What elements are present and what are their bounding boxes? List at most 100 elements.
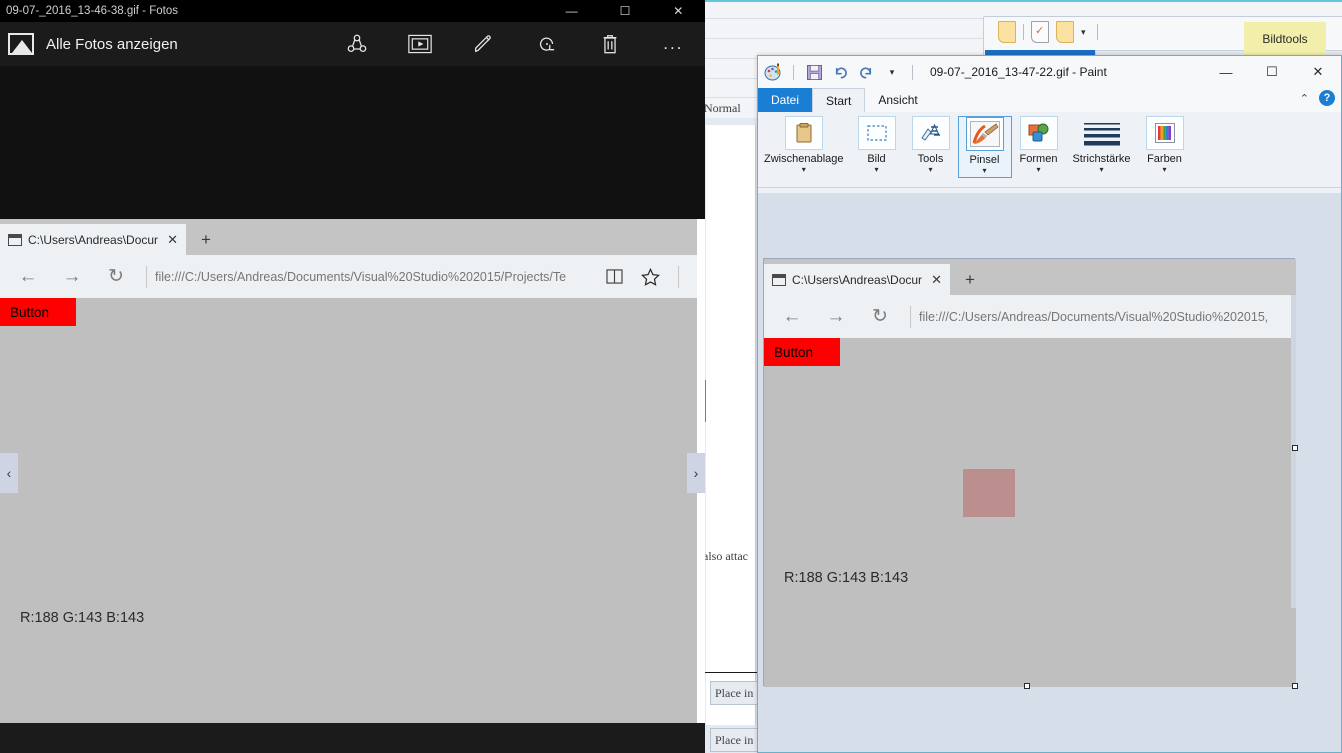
- select-rectangle-icon[interactable]: [857, 116, 896, 150]
- edge-page-viewport: Button R:188 G:143 B:143: [0, 298, 697, 723]
- address-bar[interactable]: file:///C:/Users/Andreas/Documents/Visua…: [155, 270, 598, 284]
- close-button[interactable]: ✕: [1295, 56, 1341, 88]
- chevron-down-icon[interactable]: ▾: [1099, 166, 1103, 174]
- edge-browser-screenshot-left: C:\Users\Andreas\Docur ✕ + ← → ↻ file://…: [0, 219, 697, 723]
- back-arrow-icon[interactable]: ←: [770, 299, 814, 335]
- background-document-page: [706, 125, 756, 725]
- refresh-icon[interactable]: ↻: [94, 259, 138, 295]
- red-button[interactable]: Button: [0, 298, 76, 326]
- rotate-icon[interactable]: [515, 22, 578, 66]
- edge-navigation-bar[interactable]: ← → ↻ file:///C:/Users/Andreas/Documents…: [0, 255, 697, 298]
- minimize-button[interactable]: —: [1203, 56, 1249, 88]
- bg-divider: [700, 97, 760, 98]
- divider: [912, 64, 913, 80]
- edit-pencil-icon[interactable]: [452, 22, 515, 66]
- view-all-photos-button[interactable]: Alle Fotos anzeigen: [0, 33, 178, 55]
- forward-arrow-icon[interactable]: →: [814, 299, 858, 335]
- photos-bottom-bar: [0, 723, 705, 753]
- line-thickness-icon[interactable]: [1080, 116, 1124, 150]
- dropdown-caret-icon[interactable]: ▾: [1081, 27, 1086, 38]
- share-icon[interactable]: [325, 22, 388, 66]
- help-icon[interactable]: ?: [1319, 90, 1335, 106]
- canvas-resize-handle-corner[interactable]: [1292, 683, 1298, 689]
- maximize-button[interactable]: ☐: [1249, 56, 1295, 88]
- new-tab-button[interactable]: +: [186, 224, 226, 255]
- star-icon[interactable]: [634, 262, 666, 292]
- redo-icon[interactable]: [855, 61, 877, 83]
- back-arrow-icon[interactable]: ←: [6, 259, 50, 295]
- paint-app-window[interactable]: ▾ 09-07-_2016_13-47-22.gif - Paint — ☐ ✕…: [757, 55, 1342, 753]
- brush-icon[interactable]: [965, 117, 1004, 151]
- ribbon-group-label: Strichstärke: [1072, 153, 1131, 165]
- paint-help-area[interactable]: ⌃ ?: [1300, 90, 1335, 106]
- ribbon-group-bild[interactable]: Bild ▾: [850, 116, 904, 174]
- ribbon-group-formen[interactable]: Formen ▾: [1012, 116, 1066, 174]
- edge-tab-strip[interactable]: C:\Users\Andreas\Docur ✕ +: [764, 259, 1296, 295]
- red-button[interactable]: Button: [764, 338, 840, 366]
- placeholder-field-2[interactable]: Place in: [710, 728, 758, 752]
- paint-canvas[interactable]: C:\Users\Andreas\Docur ✕ + ← → ↻ file://…: [763, 258, 1296, 687]
- paint-palette-icon: [764, 63, 784, 81]
- chevron-down-icon[interactable]: ▾: [928, 166, 932, 174]
- document-icon[interactable]: [1056, 21, 1074, 43]
- edge-navigation-bar[interactable]: ← → ↻ file:///C:/Users/Andreas/Documents…: [764, 295, 1296, 338]
- chevron-down-icon[interactable]: ▾: [874, 166, 878, 174]
- edge-toolbar-icons[interactable]: [598, 262, 691, 292]
- tools-icon[interactable]: [911, 116, 950, 150]
- chevron-down-icon[interactable]: ▾: [802, 166, 806, 174]
- paint-canvas-area[interactable]: C:\Users\Andreas\Docur ✕ + ← → ↻ file://…: [758, 193, 1341, 752]
- ribbon-group-label: Tools: [917, 153, 944, 165]
- image-tools-tab[interactable]: Bildtools: [1244, 22, 1326, 56]
- ribbon-group-strichstaerke[interactable]: Strichstärke ▾: [1066, 116, 1138, 174]
- document-icon[interactable]: [998, 21, 1016, 43]
- rosy-brown-square: [963, 469, 1015, 517]
- edge-tab[interactable]: C:\Users\Andreas\Docur ✕: [0, 224, 186, 255]
- slideshow-icon[interactable]: [388, 22, 451, 66]
- delete-trash-icon[interactable]: [578, 22, 641, 66]
- canvas-resize-handle-right[interactable]: [1292, 445, 1298, 451]
- style-label-normal: Normal: [704, 101, 741, 115]
- previous-photo-button[interactable]: ‹: [0, 453, 18, 493]
- save-icon[interactable]: [803, 61, 825, 83]
- tab-ansicht[interactable]: Ansicht: [865, 88, 930, 112]
- scrollbar[interactable]: [1291, 295, 1296, 608]
- placeholder-field-1[interactable]: Place in: [710, 681, 758, 705]
- paint-title-bar[interactable]: ▾ 09-07-_2016_13-47-22.gif - Paint — ☐ ✕: [758, 56, 1341, 88]
- book-icon[interactable]: [598, 262, 630, 292]
- new-tab-button[interactable]: +: [950, 264, 990, 295]
- minimize-button[interactable]: —: [545, 0, 598, 22]
- address-bar[interactable]: file:///C:/Users/Andreas/Documents/Visua…: [919, 310, 1290, 324]
- chevron-down-icon[interactable]: ▾: [982, 167, 986, 175]
- refresh-icon[interactable]: ↻: [858, 299, 902, 335]
- chevron-down-icon[interactable]: ▾: [1036, 166, 1040, 174]
- ribbon-group-tools[interactable]: Tools ▾: [904, 116, 958, 174]
- ribbon-group-pinsel[interactable]: Pinsel ▾: [957, 116, 1012, 178]
- photos-action-icons[interactable]: ...: [325, 22, 705, 66]
- next-photo-button[interactable]: ›: [687, 453, 705, 493]
- close-button[interactable]: ✕: [652, 0, 705, 22]
- undo-icon[interactable]: [829, 61, 851, 83]
- colors-icon[interactable]: [1145, 116, 1184, 150]
- paint-ribbon[interactable]: Zwischenablage ▾ Bild ▾ Tools ▾ Pinsel ▾…: [758, 112, 1341, 188]
- edge-tab-strip[interactable]: C:\Users\Andreas\Docur ✕ +: [0, 219, 697, 255]
- close-icon[interactable]: ✕: [931, 272, 942, 288]
- shapes-icon[interactable]: [1019, 116, 1058, 150]
- close-icon[interactable]: ✕: [167, 232, 178, 248]
- clipboard-icon[interactable]: [784, 116, 823, 150]
- tab-start[interactable]: Start: [812, 88, 866, 112]
- chevron-down-icon[interactable]: ▾: [1162, 166, 1166, 174]
- collapse-ribbon-icon[interactable]: ⌃: [1300, 92, 1309, 105]
- photos-window-controls[interactable]: — ☐ ✕: [545, 0, 705, 22]
- forward-arrow-icon[interactable]: →: [50, 259, 94, 295]
- ribbon-group-zwischenablage[interactable]: Zwischenablage ▾: [758, 116, 850, 174]
- canvas-resize-handle-bottom[interactable]: [1024, 683, 1030, 689]
- tab-datei[interactable]: Datei: [758, 88, 813, 112]
- ribbon-group-farben[interactable]: Farben ▾: [1138, 116, 1192, 174]
- customize-qat-icon[interactable]: ▾: [881, 61, 903, 83]
- checked-document-icon[interactable]: ✓: [1031, 21, 1049, 43]
- more-options-icon[interactable]: ...: [642, 22, 705, 66]
- maximize-button[interactable]: ☐: [598, 0, 651, 22]
- paint-ribbon-tabs[interactable]: Datei Start Ansicht ⌃ ?: [758, 88, 1341, 112]
- edge-tab[interactable]: C:\Users\Andreas\Docur ✕: [764, 264, 950, 295]
- paint-window-controls[interactable]: — ☐ ✕: [1203, 56, 1341, 88]
